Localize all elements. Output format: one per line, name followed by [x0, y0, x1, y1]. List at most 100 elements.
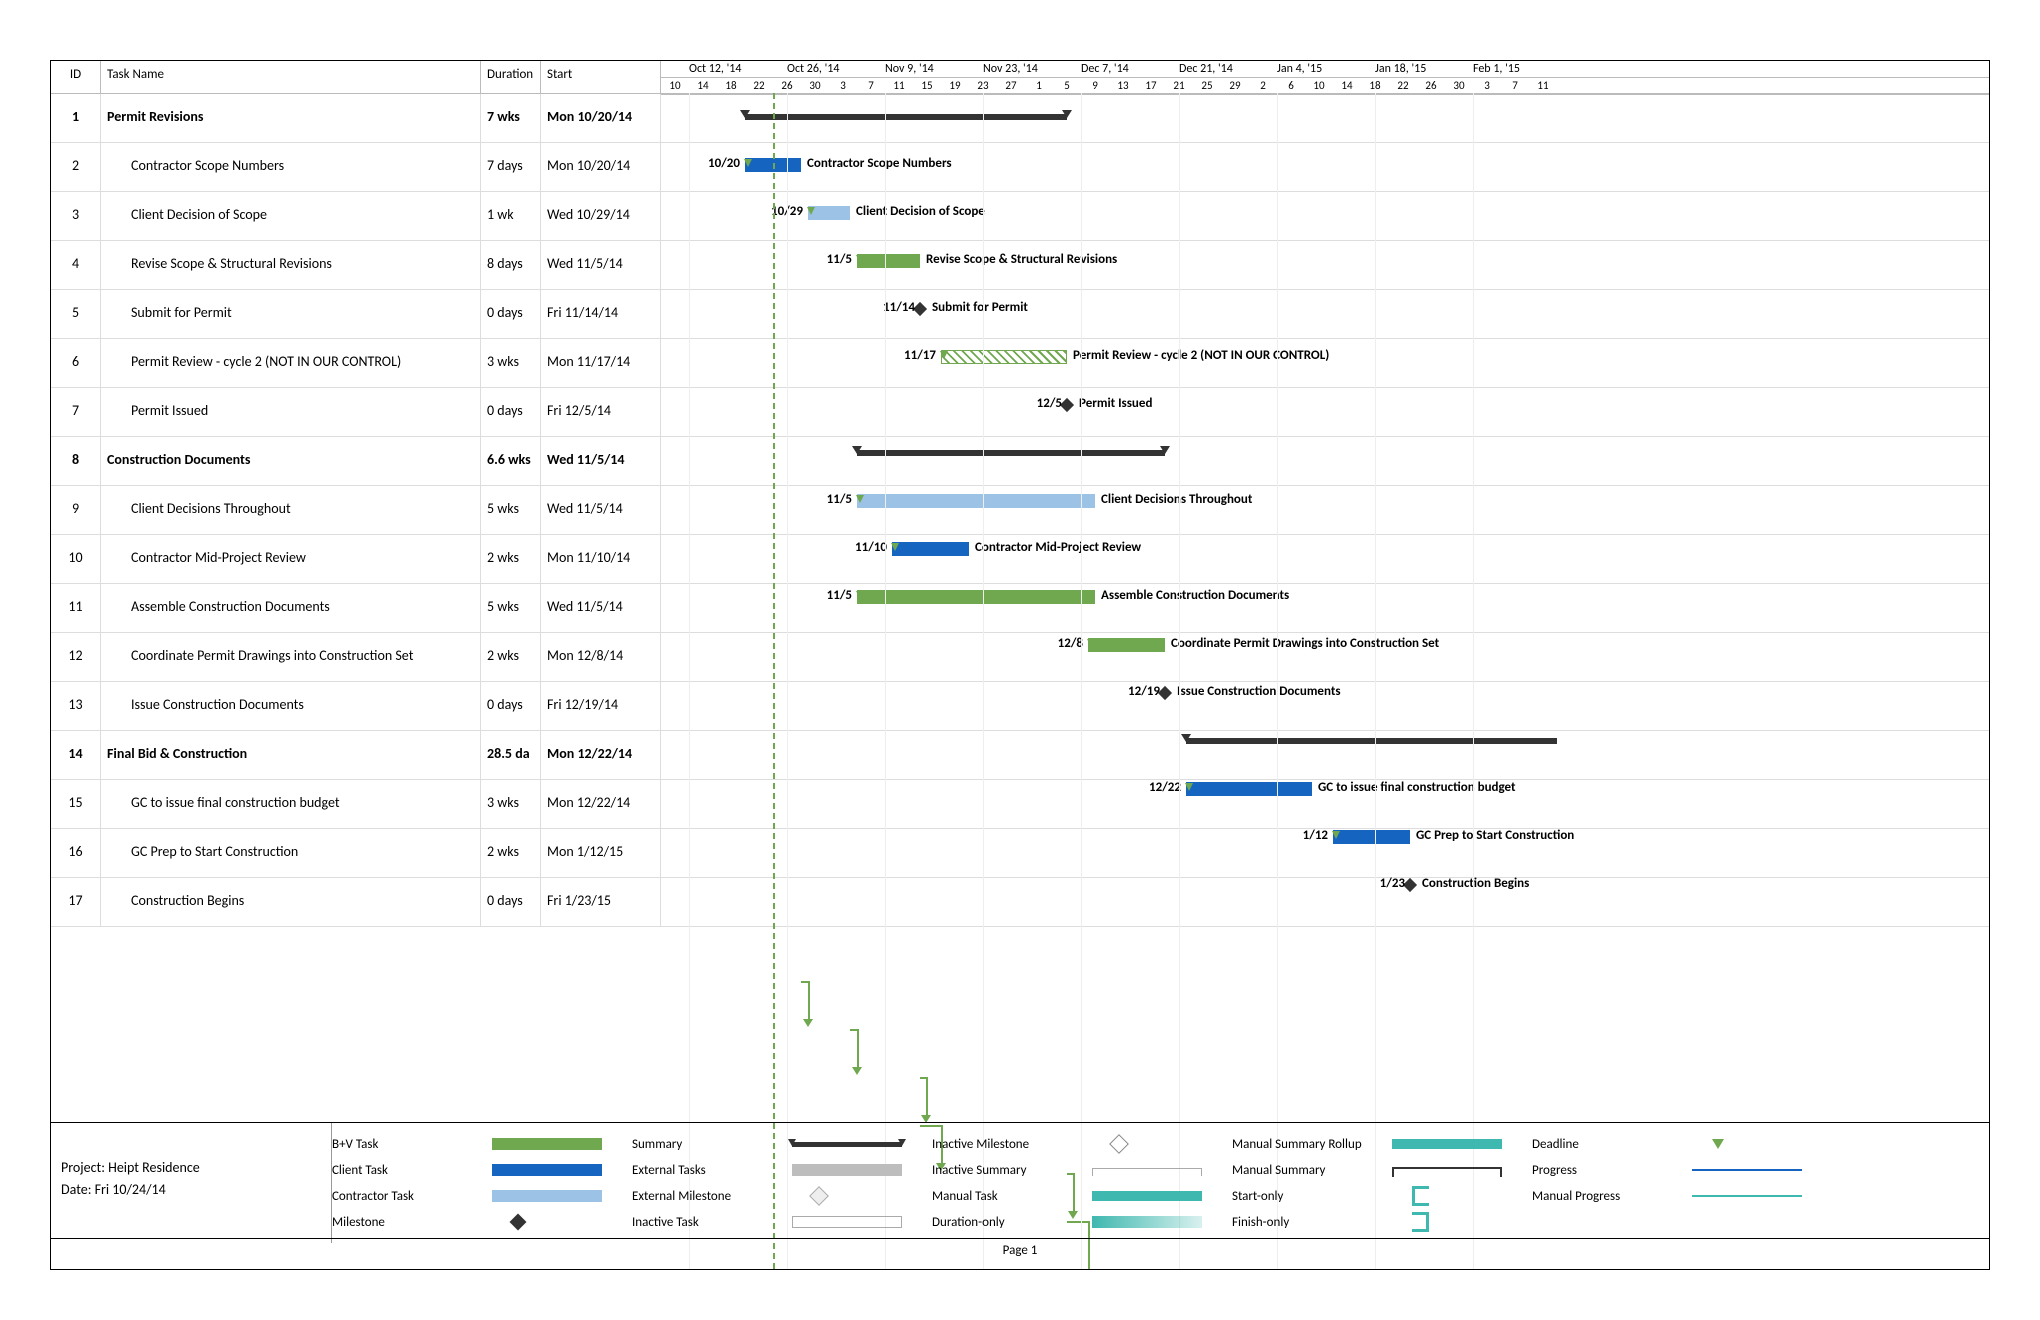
- minor-tick: 17: [1137, 79, 1165, 92]
- task-id: 4: [51, 241, 101, 289]
- task-id: 13: [51, 682, 101, 730]
- minor-tick: 27: [997, 79, 1025, 92]
- col-id: ID: [51, 61, 101, 93]
- task-bar: [1088, 638, 1165, 652]
- legend-swatch: [792, 1216, 932, 1228]
- legend-label: Start-only: [1232, 1189, 1392, 1204]
- minor-tick: 11: [885, 79, 913, 92]
- legend-label: Contractor Task: [332, 1189, 492, 1204]
- task-name: Construction Documents: [101, 437, 481, 485]
- task-duration: 0 days: [481, 388, 541, 436]
- task-duration: 3 wks: [481, 339, 541, 387]
- start-marker-icon: [744, 157, 752, 171]
- task-bar: [941, 350, 1067, 364]
- timeline-row: 12/19Issue Construction Documents: [661, 669, 1989, 717]
- today-line: [773, 93, 775, 1269]
- start-marker-icon: [856, 493, 864, 507]
- legend-swatch: [492, 1138, 632, 1150]
- legend-label: Milestone: [332, 1215, 492, 1230]
- task-duration: 2 wks: [481, 535, 541, 583]
- timeline-row: 12/5Permit Issued: [661, 381, 1989, 429]
- legend-swatch: [1392, 1186, 1532, 1206]
- timeline-row: 10/20Contractor Scope Numbers: [661, 141, 1989, 189]
- timeline-major-scale: Oct 12, '14Oct 26, '14Nov 9, '14Nov 23, …: [661, 61, 1989, 78]
- legend-swatch: [1392, 1167, 1532, 1174]
- task-name: GC Prep to Start Construction: [101, 829, 481, 877]
- legend-swatch: [792, 1189, 932, 1203]
- legend-label: Inactive Summary: [932, 1163, 1092, 1178]
- bar-text-label: GC Prep to Start Construction: [1416, 828, 1574, 843]
- minor-tick: 7: [1501, 79, 1529, 92]
- legend-swatch: [1092, 1216, 1232, 1228]
- legend-label: Client Task: [332, 1163, 492, 1178]
- bar-date-label: 10/20: [685, 156, 740, 171]
- legend-label: Progress: [1532, 1163, 1692, 1178]
- minor-tick: 29: [1221, 79, 1249, 92]
- task-id: 9: [51, 486, 101, 534]
- task-start: Mon 11/10/14: [541, 535, 661, 583]
- legend-row: MilestoneInactive TaskDuration-onlyFinis…: [332, 1209, 1989, 1235]
- bar-text-label: Submit for Permit: [932, 300, 1028, 315]
- bar-date-label: 1/23: [1350, 876, 1405, 891]
- task-id: 17: [51, 878, 101, 926]
- task-duration: 0 days: [481, 290, 541, 338]
- start-marker-icon: [891, 541, 899, 555]
- bar-text-label: Permit Review - cycle 2 (NOT IN OUR CONT…: [1073, 348, 1329, 363]
- task-start: Fri 1/23/15: [541, 878, 661, 926]
- legend-swatch: [1692, 1139, 1832, 1149]
- milestone-icon: [1060, 398, 1074, 412]
- minor-tick: 2: [1249, 79, 1277, 92]
- bar-text-label: Contractor Mid-Project Review: [975, 540, 1141, 555]
- task-id: 12: [51, 633, 101, 681]
- legend-swatch: [792, 1142, 932, 1147]
- minor-tick: 5: [1053, 79, 1081, 92]
- bar-text-label: GC to issue final construction budget: [1318, 780, 1516, 795]
- major-tick: Nov 23, '14: [983, 62, 1038, 76]
- task-duration: 0 days: [481, 682, 541, 730]
- task-id: 15: [51, 780, 101, 828]
- task-id: 14: [51, 731, 101, 779]
- bar-text-label: Revise Scope & Structural Revisions: [926, 252, 1117, 267]
- minor-tick: 15: [913, 79, 941, 92]
- legend-label: Summary: [632, 1137, 792, 1152]
- task-id: 1: [51, 94, 101, 142]
- minor-tick: 21: [1165, 79, 1193, 92]
- timeline-row: [661, 429, 1989, 477]
- task-start: Mon 11/17/14: [541, 339, 661, 387]
- task-start: Fri 11/14/14: [541, 290, 661, 338]
- minor-tick: 30: [801, 79, 829, 92]
- task-duration: 7 days: [481, 143, 541, 191]
- minor-tick: 19: [941, 79, 969, 92]
- task-duration: 5 wks: [481, 584, 541, 632]
- timeline-row: 11/14Submit for Permit: [661, 285, 1989, 333]
- task-bar: [857, 254, 920, 268]
- start-marker-icon: [1332, 829, 1340, 843]
- task-bar: [857, 590, 1095, 604]
- major-tick: Jan 4, '15: [1277, 62, 1322, 76]
- task-id: 2: [51, 143, 101, 191]
- task-start: Mon 12/22/14: [541, 780, 661, 828]
- timeline-row: 10/29Client Decision of Scope: [661, 189, 1989, 237]
- legend-label: Manual Summary Rollup: [1232, 1137, 1392, 1152]
- minor-tick: 22: [745, 79, 773, 92]
- task-start: Fri 12/19/14: [541, 682, 661, 730]
- timeline-row: [661, 93, 1989, 141]
- task-name: Issue Construction Documents: [101, 682, 481, 730]
- task-id: 5: [51, 290, 101, 338]
- timeline-row: 11/5Revise Scope & Structural Revisions: [661, 237, 1989, 285]
- task-duration: 1 wk: [481, 192, 541, 240]
- bar-date-label: 10/29: [748, 204, 803, 219]
- legend-row: Contractor TaskExternal MilestoneManual …: [332, 1183, 1989, 1209]
- legend-label: Deadline: [1532, 1137, 1692, 1152]
- bar-date-label: 11/17: [881, 348, 936, 363]
- minor-tick: 10: [1305, 79, 1333, 92]
- task-start: Wed 10/29/14: [541, 192, 661, 240]
- bar-date-label: 11/5: [797, 588, 852, 603]
- timeline-body: 10/20Contractor Scope Numbers10/29Client…: [661, 93, 1989, 909]
- task-id: 8: [51, 437, 101, 485]
- minor-tick: 30: [1445, 79, 1473, 92]
- task-name: Revise Scope & Structural Revisions: [101, 241, 481, 289]
- task-start: Mon 12/22/14: [541, 731, 661, 779]
- bar-text-label: Permit Issued: [1079, 396, 1152, 411]
- major-tick: Nov 9, '14: [885, 62, 934, 76]
